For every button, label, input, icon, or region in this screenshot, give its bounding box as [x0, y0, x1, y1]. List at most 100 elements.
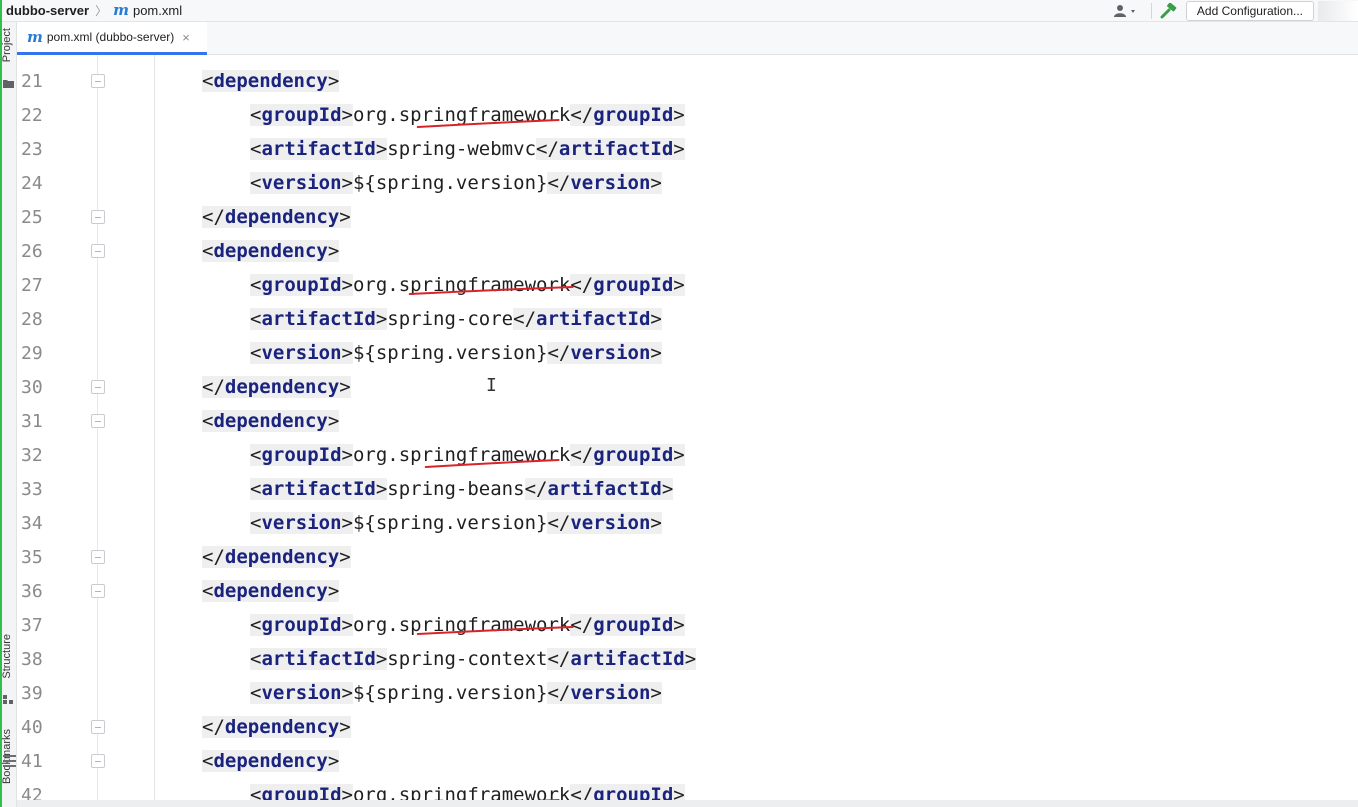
tag-name: dependency	[224, 376, 340, 398]
open-tag: <artifactId>	[250, 138, 388, 160]
tag-bracket: </	[547, 648, 571, 670]
tag-bracket: </	[202, 716, 225, 738]
code-line[interactable]: <groupId>org.springframework</groupId>	[250, 98, 685, 132]
code-line[interactable]: <dependency>	[202, 64, 340, 98]
code-line[interactable]: <groupId>org.springframework</groupId>	[250, 438, 685, 472]
tag-name: artifactId	[570, 648, 685, 670]
code-line[interactable]: <version>${spring.version}</version>	[250, 506, 662, 540]
code-line[interactable]: <dependency>	[202, 404, 340, 438]
line-number: 22	[21, 104, 43, 126]
line-number: 33	[21, 478, 43, 500]
code-line[interactable]: <version>${spring.version}</version>	[250, 166, 662, 200]
line-number: 35	[21, 546, 43, 568]
tag-name: artifactId	[536, 308, 651, 330]
tag-bracket: </	[536, 138, 559, 160]
tag-name: version	[570, 682, 651, 704]
fold-marker-icon[interactable]	[91, 754, 105, 768]
tag-bracket: <	[250, 614, 262, 636]
structure-icon[interactable]	[3, 695, 14, 704]
tag-bracket: >	[375, 308, 388, 330]
code-line[interactable]: </dependency>	[202, 370, 351, 404]
breadcrumb-file[interactable]: pom.xml	[133, 3, 182, 18]
tag-name: groupId	[261, 104, 342, 126]
fold-marker-icon[interactable]	[91, 720, 105, 734]
code-line[interactable]: </dependency>	[202, 710, 351, 744]
tool-window-tab-structure[interactable]: Structure	[1, 634, 13, 679]
open-tag: <groupId>	[250, 614, 353, 636]
fold-marker-icon[interactable]	[91, 414, 105, 428]
open-tag: <dependency>	[202, 750, 340, 772]
tag-bracket: >	[327, 750, 340, 772]
tag-bracket: >	[341, 104, 353, 126]
close-tag: </dependency>	[202, 376, 351, 398]
tag-bracket: >	[341, 342, 353, 364]
maven-file-icon: m	[27, 27, 43, 46]
fold-marker-icon[interactable]	[91, 584, 105, 598]
code-line[interactable]: <dependency>	[202, 234, 340, 268]
tag-name: groupId	[593, 274, 674, 296]
close-tag: </version>	[547, 172, 662, 194]
tag-bracket: <	[250, 648, 262, 670]
code-line[interactable]: <version>${spring.version}</version>	[250, 336, 662, 370]
tag-name: version	[261, 172, 342, 194]
line-number: 21	[21, 70, 43, 92]
navigation-bar: dubbo-server 〉 m pom.xml Add Configurati…	[0, 0, 1358, 22]
open-tag: <groupId>	[250, 104, 353, 126]
line-number: 30	[21, 376, 43, 398]
tool-window-tab-project[interactable]: Project	[1, 28, 13, 62]
user-icon[interactable]	[1109, 1, 1143, 21]
tag-bracket: >	[327, 580, 340, 602]
fold-marker-icon[interactable]	[91, 74, 105, 88]
close-icon[interactable]: ×	[182, 30, 190, 45]
tag-bracket: </	[570, 104, 594, 126]
fold-marker-icon[interactable]	[91, 550, 105, 564]
add-configuration-button[interactable]: Add Configuration...	[1185, 1, 1314, 21]
tag-name: artifactId	[547, 478, 662, 500]
editor-tab-pom-xml[interactable]: m pom.xml (dubbo-server) ×	[17, 22, 207, 55]
line-number: 29	[21, 342, 43, 364]
line-number: 27	[21, 274, 43, 296]
line-number: 23	[21, 138, 43, 160]
tag-bracket: >	[339, 376, 351, 398]
code-line[interactable]: <artifactId>spring-core</artifactId>	[250, 302, 662, 336]
code-line[interactable]: <groupId>org.springframework</groupId>	[250, 268, 685, 302]
breadcrumb-project[interactable]: dubbo-server	[6, 3, 89, 18]
tag-bracket: >	[375, 648, 388, 670]
tag-value: spring-core	[387, 308, 514, 330]
close-tag: </dependency>	[202, 206, 351, 228]
hammer-icon[interactable]	[1158, 1, 1180, 21]
list-icon[interactable]	[3, 755, 16, 767]
tag-name: artifactId	[558, 138, 674, 160]
fold-marker-icon[interactable]	[91, 380, 105, 394]
code-line[interactable]: <artifactId>spring-beans</artifactId>	[250, 472, 674, 506]
code-line[interactable]: </dependency>	[202, 540, 351, 574]
folder-icon[interactable]	[3, 79, 14, 88]
fold-marker-icon[interactable]	[91, 244, 105, 258]
close-tag: </groupId>	[570, 444, 685, 466]
tag-value: org.springframework	[352, 614, 571, 636]
code-line[interactable]: <dependency>	[202, 574, 340, 608]
close-tag: </groupId>	[570, 104, 685, 126]
close-tag: </groupId>	[570, 614, 685, 636]
tag-name: artifactId	[261, 478, 376, 500]
tag-bracket: <	[250, 342, 262, 364]
code-line[interactable]: </dependency>	[202, 200, 351, 234]
code-line[interactable]: <groupId>org.springframework</groupId>	[250, 608, 685, 642]
code-line[interactable]: <artifactId>spring-context</artifactId>	[250, 642, 697, 676]
tag-bracket: </	[547, 682, 571, 704]
open-tag: <groupId>	[250, 274, 353, 296]
tag-bracket: </	[570, 614, 594, 636]
tag-bracket: <	[250, 104, 262, 126]
open-tag: <dependency>	[202, 580, 340, 602]
tag-bracket: >	[327, 240, 340, 262]
fold-marker-icon[interactable]	[91, 210, 105, 224]
tag-bracket: </	[547, 512, 571, 534]
open-tag: <artifactId>	[250, 648, 388, 670]
tag-bracket: <	[250, 138, 262, 160]
code-line[interactable]: <version>${spring.version}</version>	[250, 676, 662, 710]
code-line[interactable]: <artifactId>spring-webmvc</artifactId>	[250, 132, 685, 166]
code-line[interactable]: <dependency>	[202, 744, 340, 778]
tag-bracket: >	[661, 478, 674, 500]
tag-name: groupId	[261, 444, 342, 466]
code-editor[interactable]: 21 22 23 24 25 26 27 28 29 30 31 32 33 34 35 36 37 38 39 40…	[17, 55, 1358, 807]
